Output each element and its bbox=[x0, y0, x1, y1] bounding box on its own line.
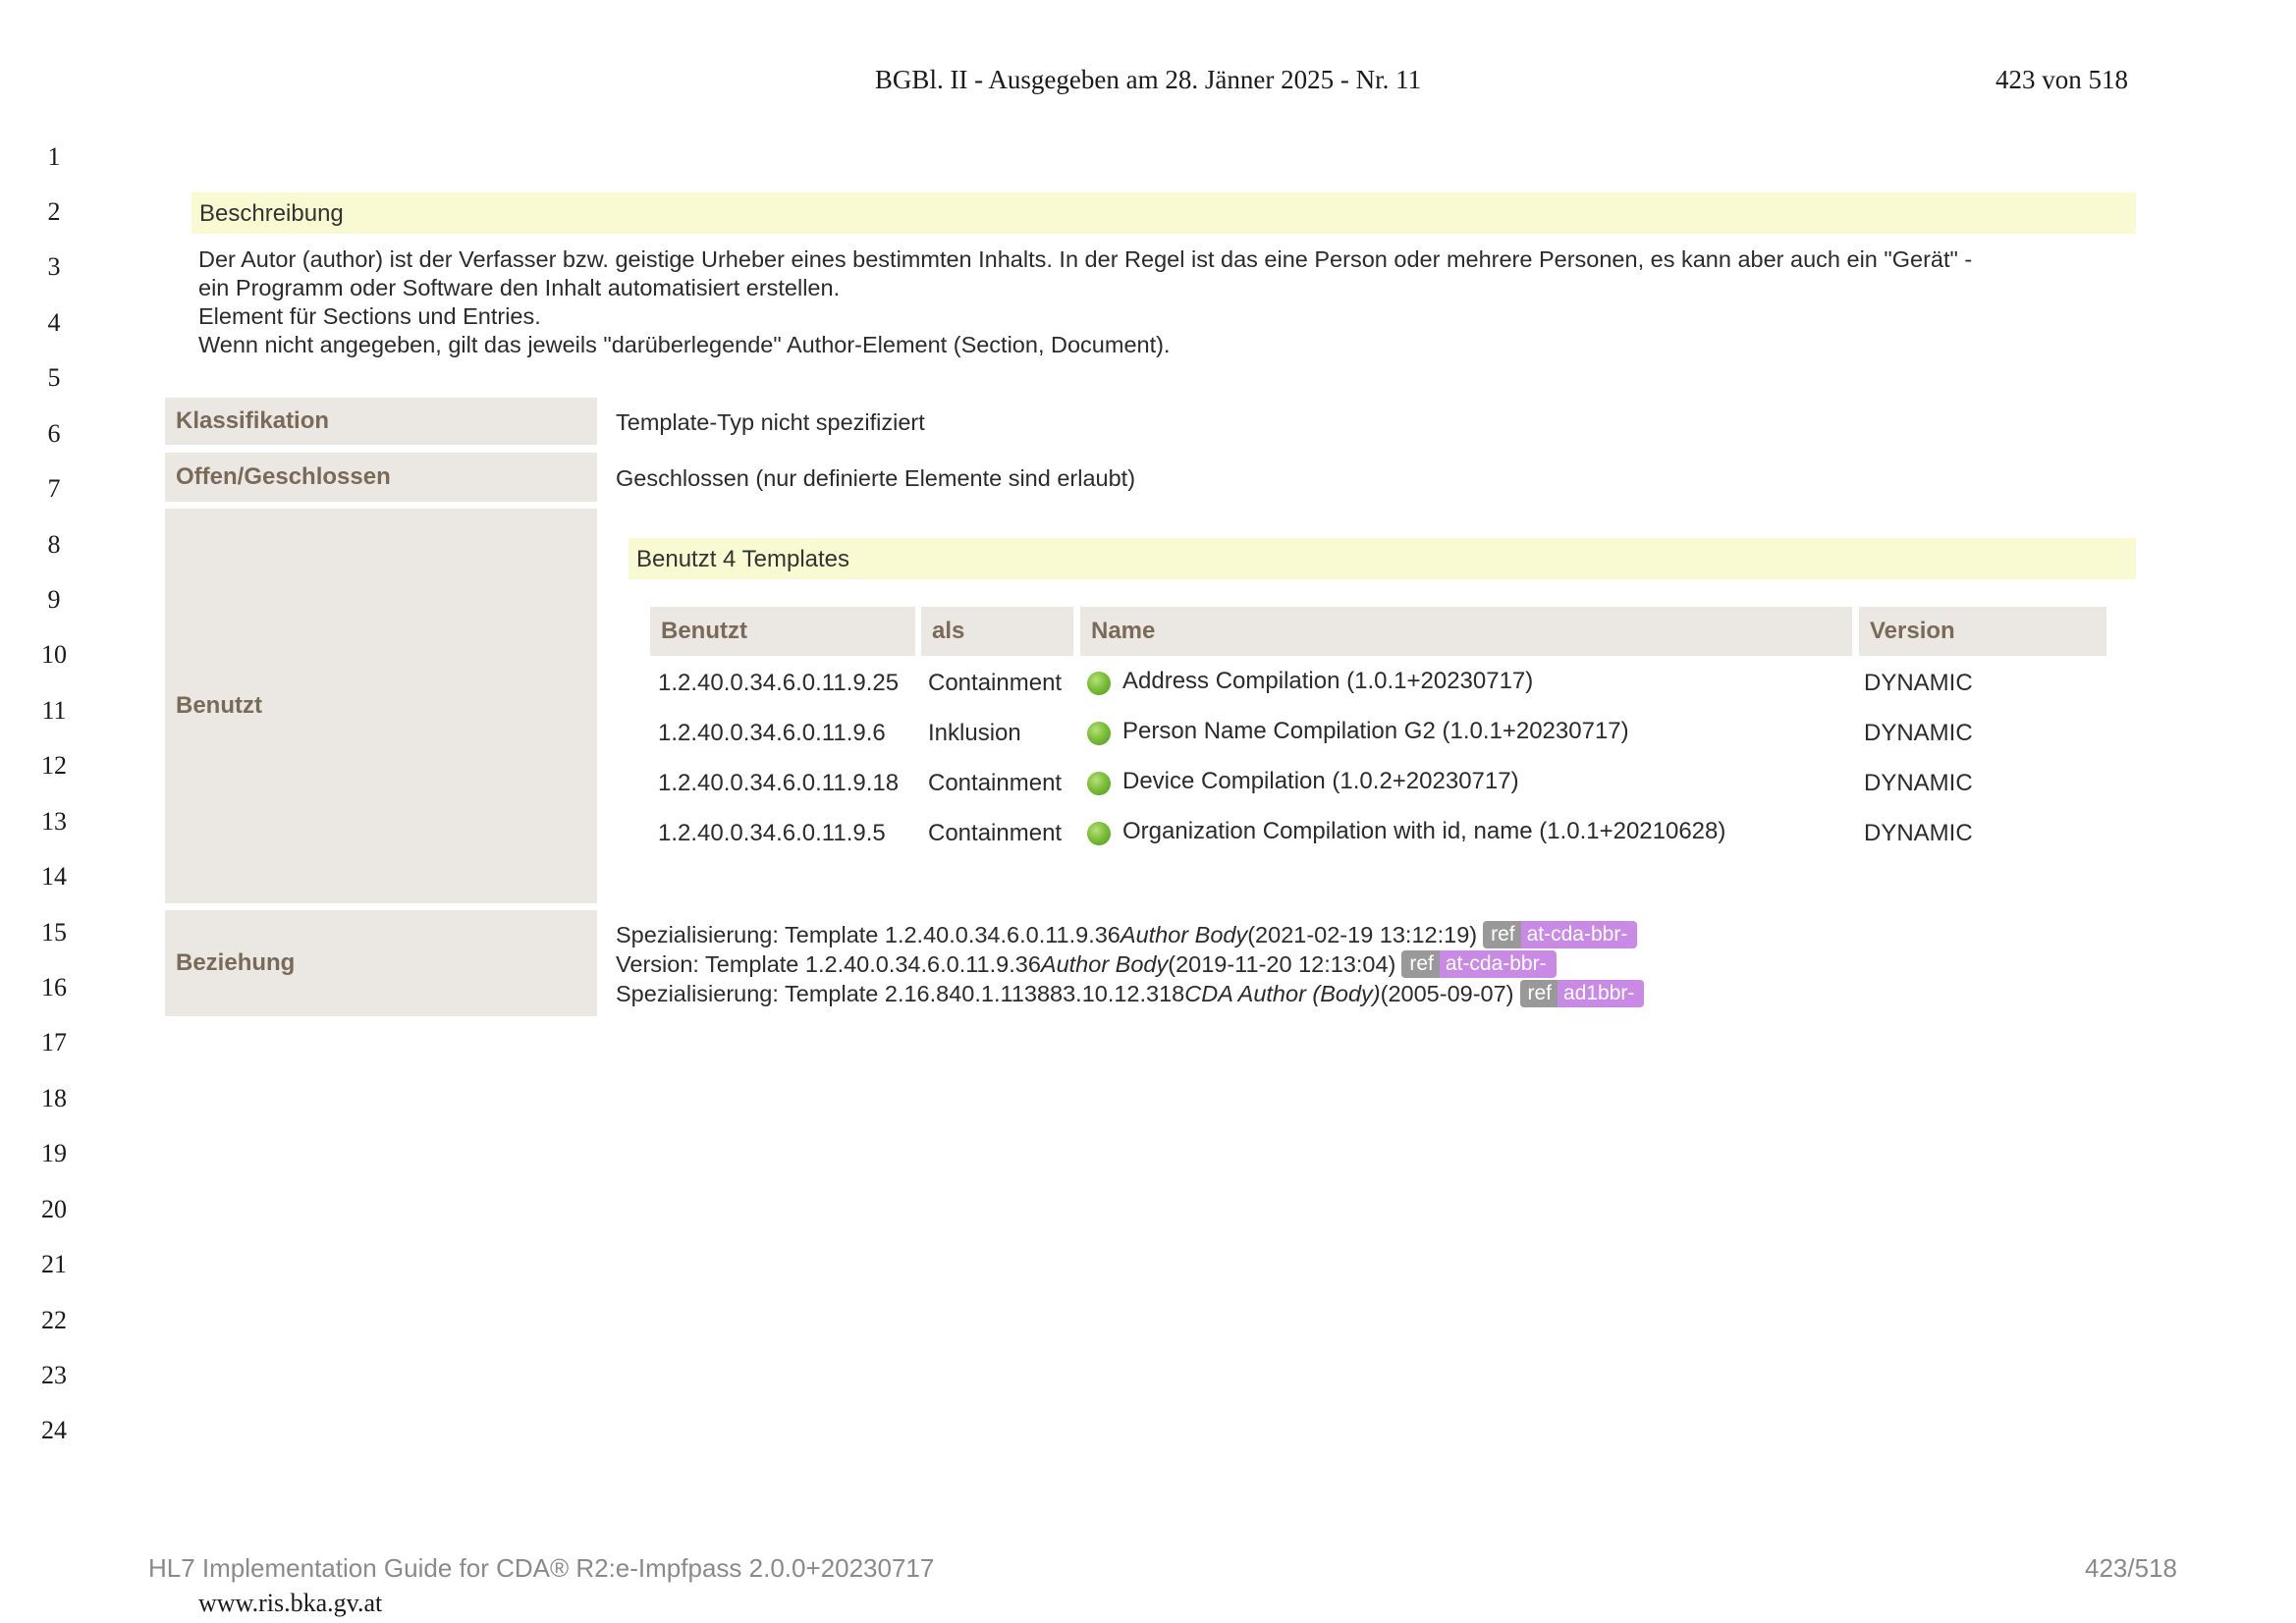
description-line: Der Autor (author) ist der Verfasser bzw… bbox=[198, 246, 1973, 272]
page-number: 423 von 518 bbox=[1995, 65, 2128, 94]
line-number: 20 bbox=[41, 1195, 67, 1223]
classification-value: Template-Typ nicht spezifiziert bbox=[616, 409, 925, 435]
template-name[interactable]: Address Compilation (1.0.1+20230717) bbox=[1122, 668, 1533, 695]
document-footer-title: HL7 Implementation Guide for CDA® R2:e-I… bbox=[148, 1553, 935, 1583]
template-name[interactable]: Device Compilation (1.0.2+20230717) bbox=[1122, 768, 1519, 795]
page-header: BGBl. II - Ausgegeben am 28. Jänner 2025… bbox=[0, 65, 2296, 104]
line-number: 5 bbox=[47, 363, 61, 392]
uses-label: Benutzt bbox=[165, 509, 597, 903]
relationship-date: (2019‑11‑20 12:13:04) bbox=[1168, 950, 1396, 977]
status-active-icon bbox=[1087, 772, 1111, 795]
relationship-date: (2005‑09‑07) bbox=[1380, 980, 1514, 1006]
relationship-template-name[interactable]: Author Body bbox=[1041, 951, 1168, 978]
templates-heading: Benutzt 4 Templates bbox=[636, 546, 850, 572]
line-number: 2 bbox=[47, 197, 61, 226]
ref-badge[interactable]: ref at-cda-bbr- bbox=[1401, 950, 1557, 978]
template-version: DYNAMIC bbox=[1864, 670, 1973, 696]
line-number: 14 bbox=[41, 862, 67, 891]
line-number: 24 bbox=[41, 1416, 67, 1444]
line-number: 22 bbox=[41, 1306, 67, 1334]
footer-page-number: 423/518 bbox=[2085, 1553, 2177, 1583]
ref-code: ad1bbr- bbox=[1558, 980, 1645, 1007]
open-closed-label: Offen/Geschlossen bbox=[165, 453, 597, 502]
line-number: 16 bbox=[41, 973, 67, 1001]
template-id[interactable]: 1.2.40.0.34.6.0.11.9.25 bbox=[658, 670, 899, 697]
column-header-uses: Benutzt bbox=[650, 607, 915, 656]
template-version: DYNAMIC bbox=[1864, 770, 1973, 796]
line-number: 12 bbox=[41, 751, 67, 780]
template-id[interactable]: 1.2.40.0.34.6.0.11.9.18 bbox=[658, 770, 899, 797]
line-number: 7 bbox=[47, 474, 61, 503]
relationship-label: Beziehung bbox=[165, 910, 597, 1016]
line-number: 15 bbox=[41, 918, 67, 947]
ref-tag: ref bbox=[1483, 921, 1521, 948]
line-number: 19 bbox=[41, 1139, 67, 1167]
line-number: 9 bbox=[47, 585, 61, 614]
ref-tag: ref bbox=[1519, 980, 1558, 1007]
gazette-title: BGBl. II - Ausgegeben am 28. Jänner 2025… bbox=[874, 65, 1422, 94]
line-number: 23 bbox=[41, 1361, 67, 1389]
line-number: 3 bbox=[47, 252, 61, 281]
status-active-icon bbox=[1087, 822, 1111, 845]
line-number: 17 bbox=[41, 1028, 67, 1056]
template-usage: Containment bbox=[928, 670, 1063, 696]
template-id[interactable]: 1.2.40.0.34.6.0.11.9.5 bbox=[658, 820, 886, 847]
status-active-icon bbox=[1087, 672, 1111, 695]
description-heading: Beschreibung bbox=[199, 200, 344, 227]
template-version: DYNAMIC bbox=[1864, 820, 1973, 846]
column-header-as: als bbox=[921, 607, 1073, 656]
line-number: 18 bbox=[41, 1084, 67, 1112]
line-number: 6 bbox=[47, 419, 61, 448]
relationship-text: Spezialisierung: Template 1.2.40.0.34.6.… bbox=[616, 921, 1121, 947]
description-line: ein Programm oder Software den Inhalt au… bbox=[198, 275, 841, 300]
relationship-line: Spezialisierung: Template 1.2.40.0.34.6.… bbox=[616, 921, 1638, 948]
status-active-icon bbox=[1087, 722, 1111, 745]
relationship-date: (2021‑02‑19 13:12:19) bbox=[1247, 921, 1478, 947]
template-version: DYNAMIC bbox=[1864, 720, 1973, 746]
relationship-text: Version: Template 1.2.40.0.34.6.0.11.9.3… bbox=[616, 950, 1041, 977]
template-id[interactable]: 1.2.40.0.34.6.0.11.9.6 bbox=[658, 720, 886, 747]
relationship-text: Spezialisierung: Template 2.16.840.1.113… bbox=[616, 980, 1185, 1006]
relationship-template-name[interactable]: CDA Author (Body) bbox=[1184, 981, 1380, 1007]
ref-code: at-cda-bbr- bbox=[1520, 921, 1638, 948]
description-header: Beschreibung bbox=[191, 192, 2136, 234]
templates-header: Benutzt 4 Templates bbox=[629, 538, 2136, 579]
classification-label: Klassifikation bbox=[165, 398, 597, 445]
open-closed-value: Geschlossen (nur definierte Elemente sin… bbox=[616, 465, 1136, 491]
ref-code: at-cda-bbr- bbox=[1439, 950, 1557, 978]
line-number: 21 bbox=[41, 1250, 67, 1278]
template-usage: Containment bbox=[928, 820, 1063, 846]
ref-badge[interactable]: ref at-cda-bbr- bbox=[1483, 921, 1638, 948]
line-number: 8 bbox=[47, 530, 61, 559]
line-number: 10 bbox=[41, 640, 67, 669]
template-name[interactable]: Organization Compilation with id, name (… bbox=[1122, 818, 1725, 845]
ref-tag: ref bbox=[1401, 950, 1440, 978]
relationship-line: Spezialisierung: Template 2.16.840.1.113… bbox=[616, 980, 1645, 1007]
ref-badge[interactable]: ref ad1bbr- bbox=[1519, 980, 1645, 1007]
description-line: Wenn nicht angegeben, gilt das jeweils "… bbox=[198, 332, 1171, 357]
template-usage: Inklusion bbox=[928, 720, 1021, 746]
line-number: 11 bbox=[41, 696, 67, 725]
footer-url[interactable]: www.ris.bka.gv.at bbox=[198, 1589, 382, 1618]
column-header-name: Name bbox=[1080, 607, 1852, 656]
line-number: 4 bbox=[47, 308, 61, 337]
template-name[interactable]: Person Name Compilation G2 (1.0.1+202307… bbox=[1122, 718, 1629, 745]
column-header-version: Version bbox=[1859, 607, 2106, 656]
line-number: 1 bbox=[47, 142, 61, 171]
relationship-line: Version: Template 1.2.40.0.34.6.0.11.9.3… bbox=[616, 950, 1557, 978]
description-text: Der Autor (author) ist der Verfasser bzw… bbox=[198, 245, 2123, 359]
template-usage: Containment bbox=[928, 770, 1063, 796]
relationship-template-name[interactable]: Author Body bbox=[1121, 922, 1247, 948]
line-number: 13 bbox=[41, 807, 67, 836]
description-line: Element für Sections und Entries. bbox=[198, 303, 541, 329]
